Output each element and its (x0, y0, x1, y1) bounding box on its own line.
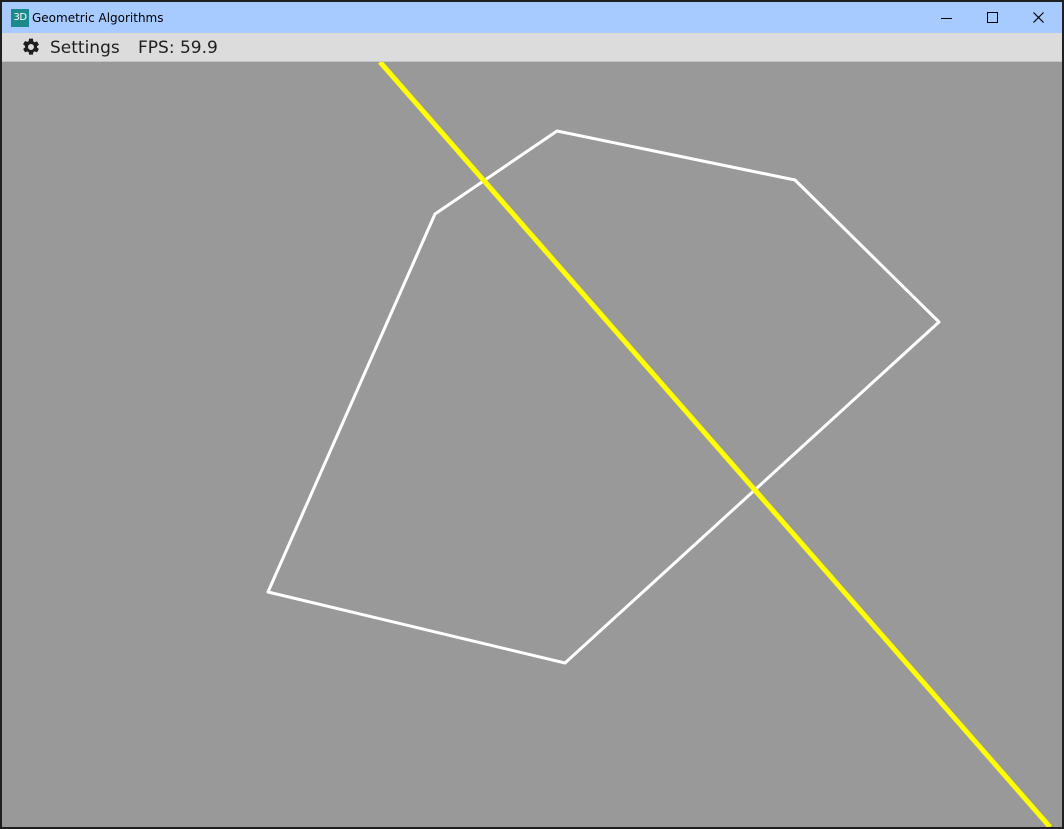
minimize-button[interactable] (924, 2, 970, 33)
close-button[interactable] (1016, 2, 1062, 33)
title-bar[interactable]: 3D Geometric Algorithms (2, 2, 1062, 33)
app-icon: 3D (11, 9, 29, 27)
close-icon (1033, 12, 1044, 23)
window-title: Geometric Algorithms (32, 11, 164, 25)
settings-button[interactable]: Settings (16, 33, 120, 61)
minimize-icon (941, 18, 952, 19)
app-window: 3D Geometric Algorithms Settings FPS: 59… (0, 0, 1064, 829)
maximize-icon (987, 12, 998, 23)
fps-counter: FPS: 59.9 (138, 38, 218, 58)
maximize-button[interactable] (970, 2, 1016, 33)
render-canvas[interactable] (2, 62, 1062, 827)
settings-label: Settings (50, 38, 120, 58)
menu-bar: Settings FPS: 59.9 (2, 33, 1062, 62)
cutting-line (378, 62, 1052, 827)
gear-icon (23, 38, 39, 55)
